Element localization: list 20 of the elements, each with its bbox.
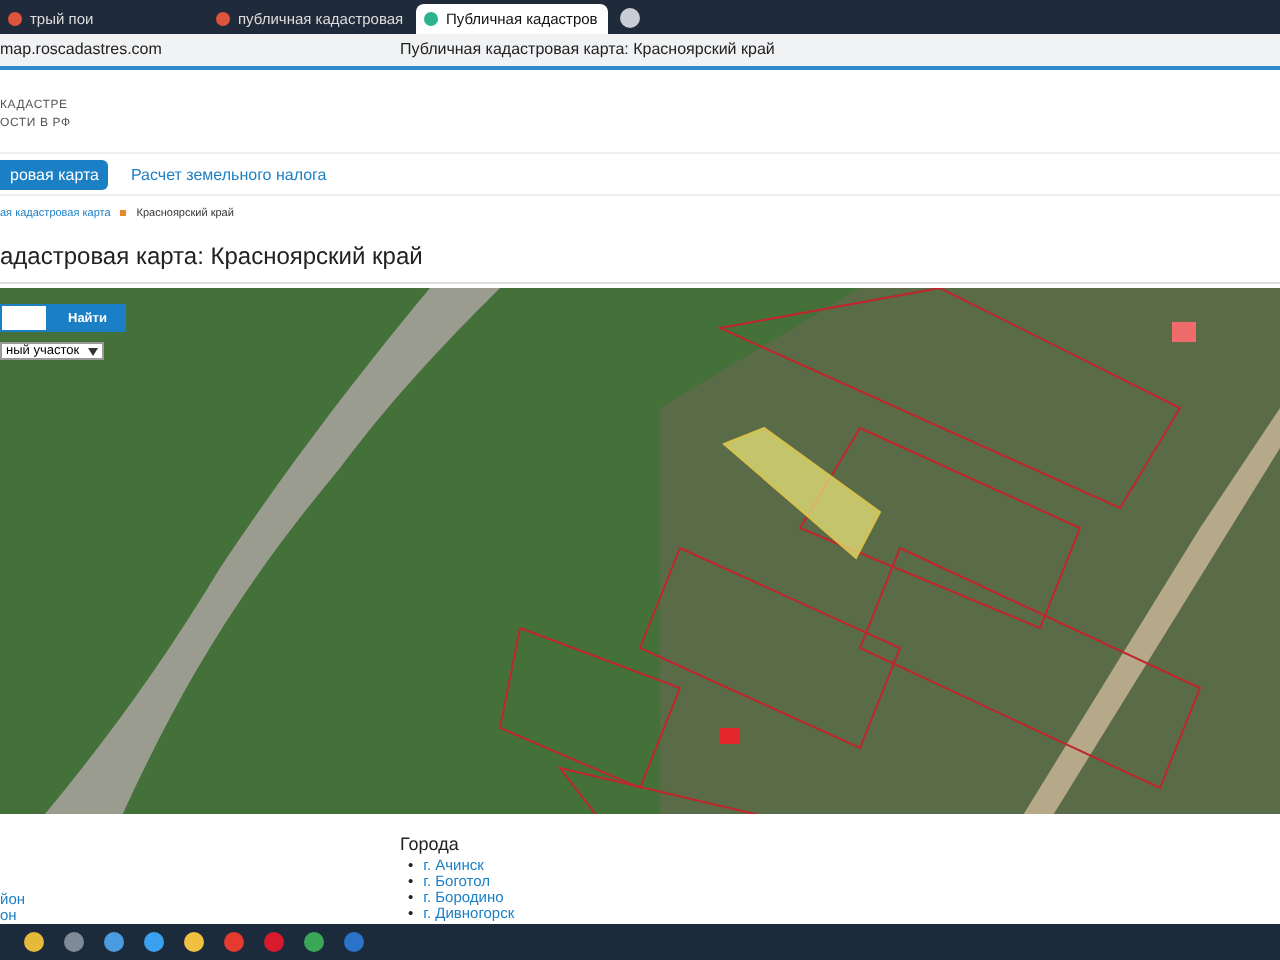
favicon-icon — [216, 11, 230, 26]
nav-tab[interactable]: Расчет земельного налога — [120, 159, 337, 190]
taskbar-app-icon[interactable] — [184, 932, 204, 953]
taskbar-app-icon[interactable] — [64, 932, 84, 953]
page-heading: адастровая карта: Красноярский край — [0, 231, 1280, 285]
page-title: Публичная кадастровая карта: Красноярский край — [400, 40, 777, 59]
new-tab-icon[interactable] — [620, 7, 640, 28]
section-title: Города — [400, 833, 461, 854]
address-bar[interactable]: map.roscadastres.com Публичная кадастровая карта: Красноярский край — [0, 33, 1280, 70]
taskbar-app-icon[interactable] — [304, 932, 324, 953]
taskbar-app-icon[interactable] — [144, 932, 164, 953]
favicon-icon — [424, 11, 438, 26]
taskbar-app-icon[interactable] — [24, 932, 44, 953]
caret-icon — [87, 347, 98, 356]
favicon-icon — [8, 11, 22, 26]
url-text: map.roscadastres.com — [0, 40, 164, 59]
breadcrumb-separator-icon — [120, 210, 127, 217]
taskbar-app-icon[interactable] — [104, 932, 124, 953]
nav-tab[interactable]: ровая карта — [0, 159, 109, 190]
search-field[interactable] — [0, 304, 48, 333]
